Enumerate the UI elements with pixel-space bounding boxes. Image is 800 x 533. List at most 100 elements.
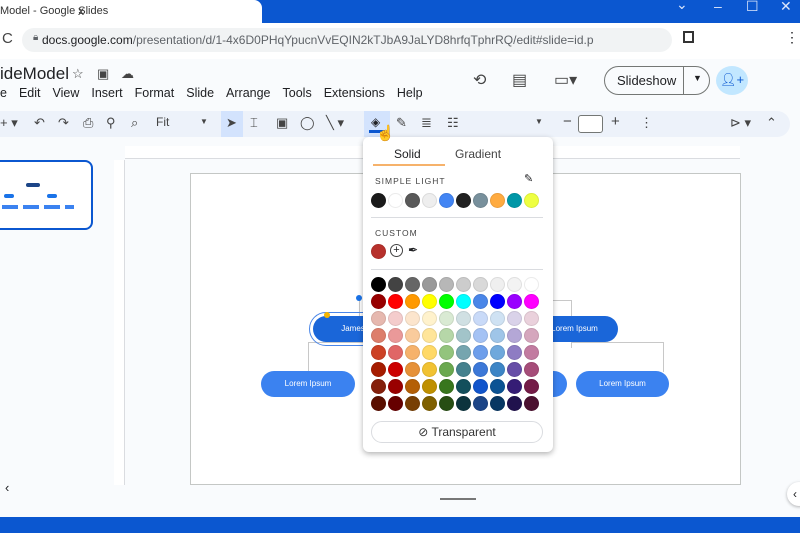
paint-format-icon[interactable]: ⚲ [106, 115, 116, 131]
color-swatch[interactable] [388, 345, 403, 360]
theme-color-swatch[interactable] [524, 193, 539, 208]
minimize-icon[interactable]: – [714, 0, 722, 14]
theme-color-swatch[interactable] [473, 193, 488, 208]
notes-drag-handle[interactable] [440, 498, 476, 500]
menu-view[interactable]: View [53, 86, 80, 100]
more-options-icon[interactable]: ⋮ [640, 115, 653, 131]
vertical-ruler[interactable] [114, 160, 125, 485]
color-swatch[interactable] [439, 311, 454, 326]
tab-solid[interactable]: Solid [394, 147, 421, 161]
close-window-icon[interactable]: ✕ [780, 0, 792, 15]
browser-tab[interactable]: Model - Google Slides x [0, 0, 262, 23]
color-swatch[interactable] [456, 345, 471, 360]
color-swatch[interactable] [507, 294, 522, 309]
color-swatch[interactable] [405, 345, 420, 360]
color-swatch[interactable] [490, 311, 505, 326]
decrease-font-icon[interactable]: − [563, 113, 572, 130]
color-swatch[interactable] [405, 328, 420, 343]
color-swatch[interactable] [473, 294, 488, 309]
zoom-select[interactable]: Fit [156, 115, 169, 129]
color-swatch[interactable] [371, 328, 386, 343]
color-swatch[interactable] [473, 379, 488, 394]
theme-color-swatch[interactable] [507, 193, 522, 208]
slideshow-button[interactable]: Slideshow ▼ [604, 66, 710, 95]
pen-icon[interactable]: ⊳ ▾ [730, 115, 751, 131]
color-swatch[interactable] [490, 277, 505, 292]
meet-icon[interactable]: ▭▾ [554, 70, 577, 90]
theme-color-swatch[interactable] [371, 193, 386, 208]
font-size-input[interactable] [578, 115, 603, 133]
color-swatch[interactable] [422, 294, 437, 309]
color-swatch[interactable] [456, 277, 471, 292]
more-icon[interactable]: ⋮ [785, 29, 799, 46]
color-swatch[interactable] [456, 294, 471, 309]
color-swatch[interactable] [524, 294, 539, 309]
theme-color-swatch[interactable] [439, 193, 454, 208]
side-panel-icon[interactable] [683, 31, 694, 43]
color-swatch[interactable] [371, 345, 386, 360]
color-swatch[interactable] [473, 345, 488, 360]
shape-icon[interactable]: ◯ [300, 115, 315, 131]
print-icon[interactable]: ⎙ [83, 115, 93, 131]
reload-icon[interactable]: C [2, 30, 13, 47]
menu-edit[interactable]: Edit [19, 86, 41, 100]
color-swatch[interactable] [473, 328, 488, 343]
chevron-down-icon[interactable]: ▼ [200, 117, 208, 126]
adjust-handle[interactable] [324, 312, 330, 318]
color-swatch[interactable] [439, 328, 454, 343]
color-swatch[interactable] [524, 379, 539, 394]
color-swatch[interactable] [524, 396, 539, 411]
color-swatch[interactable] [439, 277, 454, 292]
color-swatch[interactable] [405, 311, 420, 326]
color-swatch[interactable] [507, 311, 522, 326]
color-swatch[interactable] [456, 362, 471, 377]
color-swatch[interactable] [371, 311, 386, 326]
theme-color-swatch[interactable] [405, 193, 420, 208]
image-icon[interactable]: ▣ [276, 115, 288, 131]
color-swatch[interactable] [439, 396, 454, 411]
color-swatch[interactable] [456, 328, 471, 343]
border-color-icon[interactable]: ✎ [396, 115, 407, 131]
color-swatch[interactable] [388, 379, 403, 394]
eyedropper-icon[interactable]: ✒ [408, 243, 418, 257]
menu-format[interactable]: Format [135, 86, 175, 100]
color-swatch[interactable] [371, 396, 386, 411]
color-swatch[interactable] [405, 362, 420, 377]
menu-help[interactable]: Help [397, 86, 423, 100]
color-swatch[interactable] [490, 294, 505, 309]
rotate-handle[interactable] [356, 295, 362, 301]
color-swatch[interactable] [507, 379, 522, 394]
edit-theme-icon[interactable]: ✎ [524, 172, 533, 185]
diagram-node[interactable]: Lorem Ipsum [261, 371, 355, 397]
border-dash-icon[interactable]: ☷ [447, 115, 459, 131]
color-swatch[interactable] [422, 328, 437, 343]
menu-extensions[interactable]: Extensions [324, 86, 385, 100]
theme-color-swatch[interactable] [490, 193, 505, 208]
add-custom-color-icon[interactable]: + [390, 244, 403, 257]
theme-color-swatch[interactable] [422, 193, 437, 208]
color-swatch[interactable] [405, 277, 420, 292]
color-swatch[interactable] [371, 362, 386, 377]
color-swatch[interactable] [524, 311, 539, 326]
color-swatch[interactable] [456, 379, 471, 394]
doc-title[interactable]: ideModel [0, 64, 69, 84]
color-swatch[interactable] [439, 345, 454, 360]
color-swatch[interactable] [490, 396, 505, 411]
menu-arrange[interactable]: Arrange [226, 86, 270, 100]
color-swatch[interactable] [388, 294, 403, 309]
color-swatch[interactable] [388, 311, 403, 326]
color-swatch[interactable] [456, 396, 471, 411]
color-swatch[interactable] [405, 396, 420, 411]
color-swatch[interactable] [388, 396, 403, 411]
address-bar[interactable]: 🔒︎ docs.google.com/presentation/d/1-4x6D0… [22, 28, 672, 52]
diagram-node[interactable]: Lorem Ipsum [576, 371, 669, 397]
menu-insert[interactable]: Insert [91, 86, 122, 100]
color-swatch[interactable] [490, 345, 505, 360]
color-swatch[interactable] [473, 362, 488, 377]
zoom-icon[interactable]: ⌕ [131, 115, 138, 131]
text-box-icon[interactable]: ⌶ [250, 115, 258, 131]
undo-icon[interactable]: ↶ [34, 115, 45, 131]
redo-icon[interactable]: ↷ [58, 115, 69, 131]
share-button[interactable]: 👤︎+ [716, 66, 748, 95]
color-swatch[interactable] [371, 379, 386, 394]
